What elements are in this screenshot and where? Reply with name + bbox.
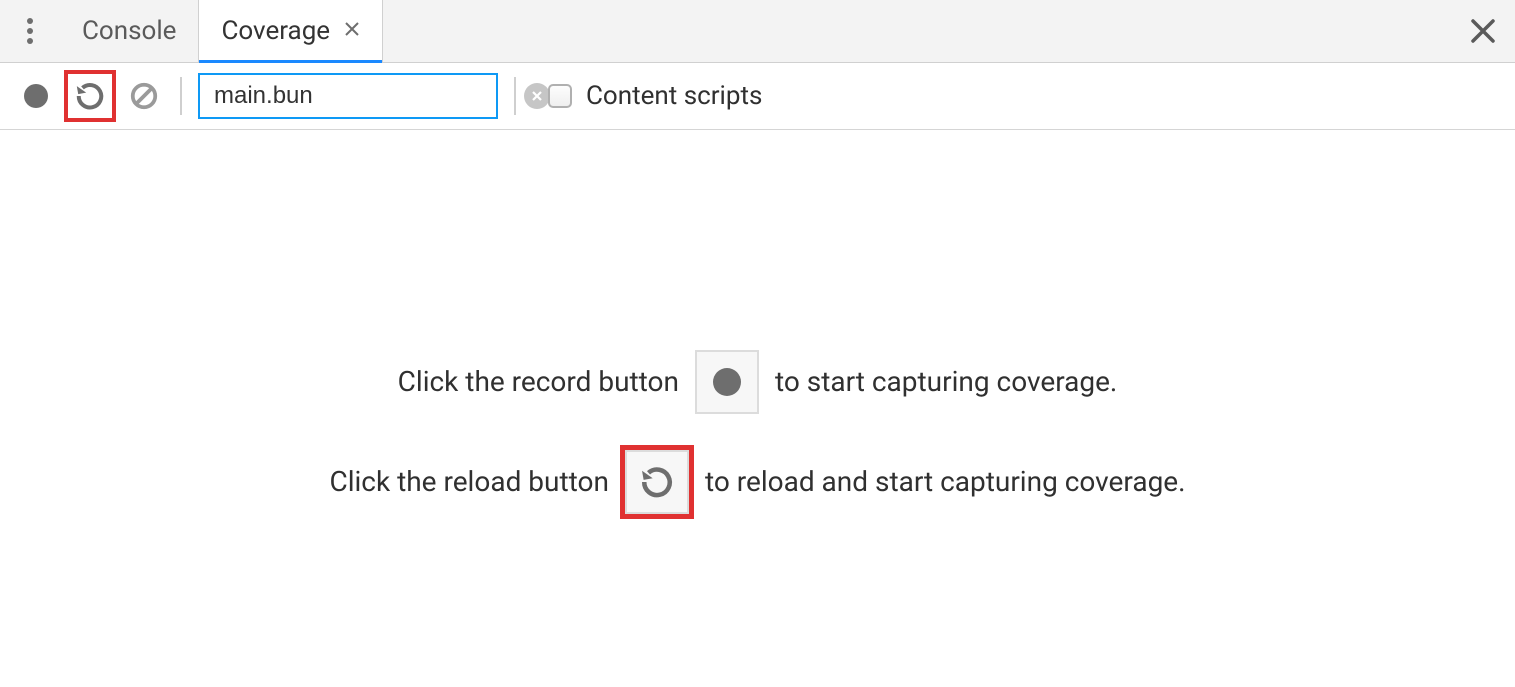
record-hint: Click the record button to start capturi… xyxy=(398,350,1118,414)
reload-icon xyxy=(75,81,105,111)
tab-bar: Console Coverage xyxy=(0,0,1515,63)
reload-hint: Click the reload button to reload and st… xyxy=(329,450,1185,514)
hint-text-pre: Click the record button xyxy=(398,368,679,396)
empty-state: Click the record button to start capturi… xyxy=(0,130,1515,514)
hint-text-pre: Click the reload button xyxy=(329,468,608,496)
record-icon xyxy=(713,368,741,396)
filter-box xyxy=(198,73,498,119)
close-panel-button[interactable] xyxy=(1469,17,1497,45)
tab-label: Coverage xyxy=(221,16,330,46)
hint-text-post: to reload and start capturing coverage. xyxy=(705,468,1186,496)
content-scripts-checkbox[interactable] xyxy=(548,84,572,108)
content-scripts-label[interactable]: Content scripts xyxy=(586,81,762,111)
tab-console[interactable]: Console xyxy=(60,0,198,62)
divider xyxy=(180,77,182,115)
content-scripts-option: Content scripts xyxy=(548,81,762,111)
hint-text-post: to start capturing coverage. xyxy=(775,368,1117,396)
tab-close-icon[interactable] xyxy=(344,20,360,42)
x-icon xyxy=(531,90,543,102)
record-button[interactable] xyxy=(16,76,56,116)
reload-icon xyxy=(640,465,674,499)
more-options-button[interactable] xyxy=(0,0,60,62)
tab-coverage[interactable]: Coverage xyxy=(198,0,383,62)
clear-filter-button[interactable] xyxy=(524,83,550,109)
divider xyxy=(514,77,516,115)
filter-input[interactable] xyxy=(214,82,524,110)
record-hint-button[interactable] xyxy=(695,350,759,414)
kebab-icon xyxy=(27,18,33,44)
tab-label: Console xyxy=(82,16,176,46)
close-icon xyxy=(1469,17,1497,45)
record-icon xyxy=(24,84,48,108)
clear-button[interactable] xyxy=(124,76,164,116)
reload-button[interactable] xyxy=(64,70,116,122)
block-icon xyxy=(129,81,159,111)
reload-hint-button[interactable] xyxy=(625,450,689,514)
toolbar: Content scripts xyxy=(0,63,1515,130)
